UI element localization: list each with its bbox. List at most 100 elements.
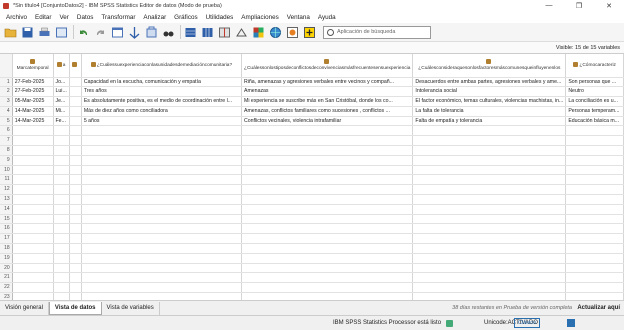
row-number[interactable]: 14 xyxy=(0,204,13,215)
table-cell[interactable] xyxy=(53,135,70,147)
table-cell[interactable] xyxy=(12,194,54,205)
table-cell[interactable] xyxy=(69,184,82,196)
corner-cell[interactable] xyxy=(0,54,13,78)
table-cell[interactable] xyxy=(53,243,70,254)
table-cell[interactable] xyxy=(241,125,414,137)
table-cell[interactable] xyxy=(565,155,624,166)
table-cell[interactable]: Es absolutamente positiva, es el medio d… xyxy=(81,96,243,107)
table-cell[interactable] xyxy=(53,174,70,186)
table-cell[interactable] xyxy=(53,155,70,166)
menu-graficos[interactable]: Gráficos xyxy=(174,14,197,21)
table-cell[interactable] xyxy=(565,204,624,215)
table-cell[interactable] xyxy=(412,214,567,225)
table-cell[interactable] xyxy=(565,272,624,284)
column-header[interactable]: ¿Cuálesconsideraquesonlosfactoresmáscomu… xyxy=(412,54,567,78)
table-cell[interactable] xyxy=(53,272,70,284)
row-number[interactable]: 8 xyxy=(0,145,13,156)
table-cell[interactable] xyxy=(241,243,414,254)
goto-case-button[interactable] xyxy=(110,25,125,40)
table-cell[interactable] xyxy=(12,155,54,166)
table-cell[interactable]: 5 años xyxy=(81,116,243,127)
table-cell[interactable] xyxy=(81,184,243,196)
table-cell[interactable] xyxy=(69,86,82,98)
table-cell[interactable]: La conciliación es u... xyxy=(565,96,624,107)
row-number[interactable]: 4 xyxy=(0,106,13,117)
table-cell[interactable] xyxy=(81,263,243,274)
table-cell[interactable] xyxy=(81,204,243,215)
tab-vista-de-datos[interactable]: Vista de datos xyxy=(48,301,102,315)
table-cell[interactable] xyxy=(69,282,82,294)
table-cell[interactable]: Neutro xyxy=(565,86,624,98)
row-number[interactable]: 16 xyxy=(0,223,13,235)
show-all-button[interactable] xyxy=(302,25,317,40)
table-cell[interactable] xyxy=(565,282,624,294)
table-cell[interactable]: La falta de tolerancia xyxy=(412,106,567,117)
table-cell[interactable]: Riña, amenazas y agresiones verbales ent… xyxy=(241,77,414,88)
row-number[interactable]: 9 xyxy=(0,155,13,166)
row-number[interactable]: 3 xyxy=(0,96,13,107)
classic-mode-toggle[interactable]: Clásico xyxy=(514,318,541,328)
table-cell[interactable]: 14-Mar-2025 xyxy=(12,116,54,127)
table-cell[interactable] xyxy=(81,135,243,147)
table-cell[interactable] xyxy=(412,253,567,264)
table-cell[interactable] xyxy=(81,194,243,205)
table-cell[interactable] xyxy=(53,125,70,137)
table-cell[interactable] xyxy=(81,165,243,176)
table-cell[interactable]: Son personas que ... xyxy=(565,77,624,88)
table-cell[interactable] xyxy=(12,233,54,245)
menu-ventana[interactable]: Ventana xyxy=(287,14,310,21)
menu-analizar[interactable]: Analizar xyxy=(143,14,166,21)
table-cell[interactable] xyxy=(12,184,54,196)
row-number[interactable]: 11 xyxy=(0,174,13,186)
table-cell[interactable] xyxy=(53,253,70,264)
maximize-button[interactable]: ❐ xyxy=(564,0,594,11)
table-cell[interactable] xyxy=(69,223,82,235)
table-cell[interactable]: Amenazas xyxy=(241,86,414,98)
table-cell[interactable] xyxy=(565,253,624,264)
table-cell[interactable] xyxy=(565,263,624,274)
table-cell[interactable] xyxy=(81,174,243,186)
table-cell[interactable] xyxy=(241,282,414,294)
table-cell[interactable] xyxy=(12,243,54,254)
table-cell[interactable] xyxy=(69,204,82,215)
table-cell[interactable] xyxy=(69,214,82,225)
table-cell[interactable] xyxy=(12,272,54,284)
row-number[interactable]: 1 xyxy=(0,77,13,88)
insert-variable-button[interactable] xyxy=(200,25,215,40)
table-cell[interactable] xyxy=(69,194,82,205)
table-cell[interactable]: Educación básica m... xyxy=(565,116,624,127)
table-cell[interactable]: Je... xyxy=(53,96,70,107)
table-cell[interactable] xyxy=(565,292,624,300)
table-cell[interactable]: Más de diez años como conciliadora xyxy=(81,106,243,117)
row-number[interactable]: 15 xyxy=(0,214,13,225)
table-cell[interactable] xyxy=(53,204,70,215)
table-cell[interactable] xyxy=(12,292,54,300)
table-cell[interactable] xyxy=(412,282,567,294)
table-cell[interactable] xyxy=(412,174,567,186)
variables-button[interactable] xyxy=(144,25,159,40)
row-number[interactable]: 2 xyxy=(0,86,13,98)
table-cell[interactable] xyxy=(81,223,243,235)
table-cell[interactable]: 05-Mar-2025 xyxy=(12,96,54,107)
close-button[interactable]: ✕ xyxy=(594,0,624,11)
table-cell[interactable] xyxy=(565,223,624,235)
row-number[interactable]: 19 xyxy=(0,253,13,264)
layout-icon[interactable] xyxy=(567,319,575,327)
table-cell[interactable] xyxy=(241,292,414,300)
table-cell[interactable]: Lui... xyxy=(53,86,70,98)
table-cell[interactable] xyxy=(241,253,414,264)
table-cell[interactable]: 27-Feb-2025 xyxy=(12,86,54,98)
row-number[interactable]: 20 xyxy=(0,263,13,274)
table-cell[interactable]: Amenazas, conflictos familiares como suc… xyxy=(241,106,414,117)
column-header[interactable]: ¿Cómocaracteriz xyxy=(565,54,624,78)
table-cell[interactable] xyxy=(81,253,243,264)
print-button[interactable] xyxy=(37,25,52,40)
undo-button[interactable] xyxy=(76,25,91,40)
table-cell[interactable] xyxy=(81,233,243,245)
menu-editar[interactable]: Editar xyxy=(35,14,51,21)
table-cell[interactable] xyxy=(412,233,567,245)
table-cell[interactable] xyxy=(69,253,82,264)
table-cell[interactable] xyxy=(412,223,567,235)
menu-ayuda[interactable]: Ayuda xyxy=(318,14,336,21)
table-cell[interactable] xyxy=(565,125,624,137)
